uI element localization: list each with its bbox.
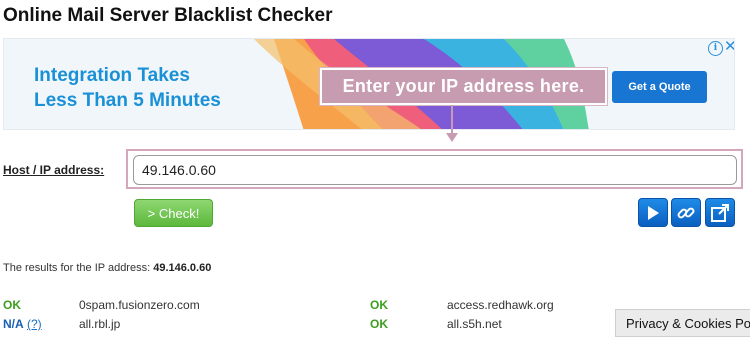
rbl-result-item: N/A (?)	[3, 317, 42, 331]
results-ip: 49.146.0.60	[153, 262, 212, 274]
results-summary: The results for the IP address: 49.146.0…	[3, 262, 211, 274]
play-icon	[648, 205, 659, 220]
ad-info-icon[interactable]: i	[708, 41, 723, 56]
rbl-result-item: OK	[370, 317, 388, 331]
ad-headline-line2: Less Than 5 Minutes	[34, 90, 221, 111]
rbl-server-name: access.redhawk.org	[447, 298, 554, 312]
status-ok: OK	[370, 298, 388, 312]
share-button[interactable]	[705, 198, 735, 227]
rbl-server-name: 0spam.fusionzero.com	[79, 298, 200, 312]
ip-address-input[interactable]	[133, 155, 737, 185]
link-button[interactable]	[671, 198, 701, 227]
play-button[interactable]	[638, 198, 668, 227]
ad-headline[interactable]: Integration Takes Less Than 5 Minutes	[34, 63, 264, 113]
ad-headline-line1: Integration Takes	[34, 65, 190, 86]
page-title: Online Mail Server Blacklist Checker	[3, 5, 333, 26]
annotation-arrow-head	[446, 133, 458, 142]
help-link[interactable]: (?)	[27, 317, 42, 331]
status-na: N/A	[3, 317, 24, 331]
rbl-result-item: OK	[3, 298, 21, 312]
external-link-icon	[711, 203, 729, 222]
annotation-callout: Enter your IP address here.	[320, 68, 607, 105]
results-summary-prefix: The results for the IP address:	[3, 262, 151, 274]
host-label: Host / IP address:	[3, 163, 105, 177]
rbl-result-item: OK	[370, 298, 388, 312]
get-a-quote-button[interactable]: Get a Quote	[612, 71, 707, 103]
status-ok: OK	[370, 317, 388, 331]
status-ok: OK	[3, 298, 21, 312]
rbl-server-name: all.rbl.jp	[79, 317, 121, 331]
link-icon	[677, 207, 695, 218]
check-button[interactable]: > Check!	[134, 199, 213, 227]
rbl-server-name: all.s5h.net	[447, 317, 502, 331]
ad-close-icon[interactable]: ✕	[724, 39, 734, 54]
